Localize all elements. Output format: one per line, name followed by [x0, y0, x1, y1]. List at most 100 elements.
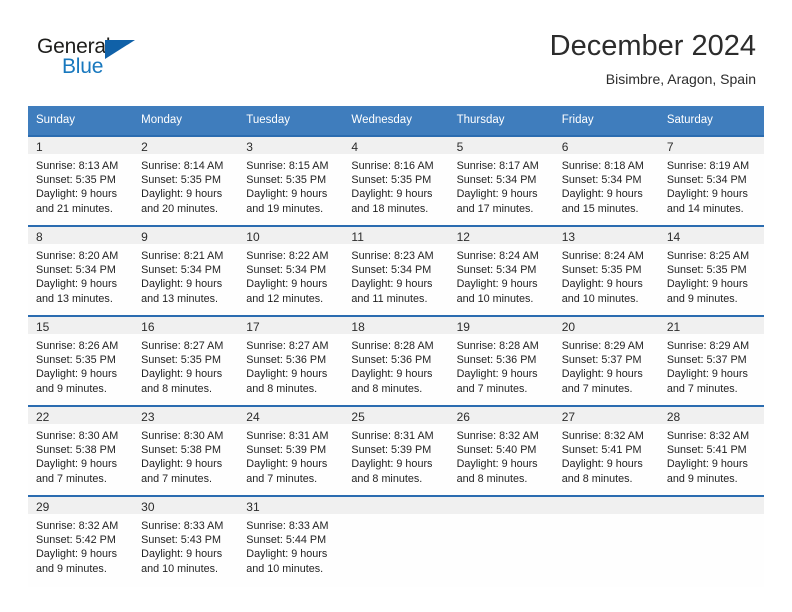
day-details: Sunrise: 8:26 AM Sunset: 5:35 PM Dayligh… [28, 334, 133, 396]
day-cell[interactable]: 25 Sunrise: 8:31 AM Sunset: 5:39 PM Dayl… [343, 405, 449, 495]
sunrise-text: Sunrise: 8:32 AM [456, 430, 539, 442]
sunrise-text: Sunrise: 8:30 AM [36, 430, 119, 442]
day-cell[interactable]: 1 Sunrise: 8:13 AM Sunset: 5:35 PM Dayli… [28, 135, 134, 225]
day-cell[interactable]: 20 Sunrise: 8:29 AM Sunset: 5:37 PM Dayl… [553, 315, 659, 405]
day-details: Sunrise: 8:31 AM Sunset: 5:39 PM Dayligh… [238, 424, 343, 486]
daylight-line2: and 8 minutes. [456, 472, 528, 485]
day-details: Sunrise: 8:25 AM Sunset: 5:35 PM Dayligh… [659, 244, 764, 306]
day-details: Sunrise: 8:28 AM Sunset: 5:36 PM Dayligh… [343, 334, 448, 396]
day-cell[interactable]: 27 Sunrise: 8:32 AM Sunset: 5:41 PM Dayl… [553, 405, 659, 495]
day-details: Sunrise: 8:32 AM Sunset: 5:41 PM Dayligh… [659, 424, 764, 486]
day-number: 14 [658, 225, 764, 244]
daylight-line2: and 9 minutes. [36, 382, 107, 395]
daylight-line2: and 8 minutes. [246, 382, 318, 395]
day-details: Sunrise: 8:32 AM Sunset: 5:42 PM Dayligh… [28, 514, 133, 576]
day-number [448, 495, 554, 514]
daylight-line1: Daylight: 9 hours [36, 368, 118, 381]
day-cell[interactable]: 18 Sunrise: 8:28 AM Sunset: 5:36 PM Dayl… [343, 315, 449, 405]
day-cell[interactable]: 21 Sunrise: 8:29 AM Sunset: 5:37 PM Dayl… [658, 315, 764, 405]
daylight-line1: Daylight: 9 hours [351, 458, 433, 471]
day-cell[interactable]: 13 Sunrise: 8:24 AM Sunset: 5:35 PM Dayl… [553, 225, 659, 315]
sunrise-text: Sunrise: 8:22 AM [246, 250, 329, 262]
day-cell[interactable]: 10 Sunrise: 8:22 AM Sunset: 5:34 PM Dayl… [238, 225, 344, 315]
sunrise-text: Sunrise: 8:18 AM [561, 160, 644, 172]
sunset-text: Sunset: 5:34 PM [36, 264, 116, 277]
weekday-header-saturday: Saturday [658, 106, 764, 135]
day-cell[interactable]: 30 Sunrise: 8:33 AM Sunset: 5:43 PM Dayl… [133, 495, 239, 587]
day-cell[interactable]: 2 Sunrise: 8:14 AM Sunset: 5:35 PM Dayli… [133, 135, 239, 225]
day-number: 27 [553, 405, 659, 424]
sunset-text: Sunset: 5:35 PM [36, 354, 116, 367]
day-details: Sunrise: 8:22 AM Sunset: 5:34 PM Dayligh… [238, 244, 343, 306]
daylight-line1: Daylight: 9 hours [36, 278, 118, 291]
day-cell-empty [448, 495, 554, 587]
day-number: 1 [28, 135, 134, 154]
day-cell[interactable]: 28 Sunrise: 8:32 AM Sunset: 5:41 PM Dayl… [658, 405, 764, 495]
day-number: 30 [133, 495, 239, 514]
sunset-text: Sunset: 5:36 PM [456, 354, 537, 367]
daylight-line1: Daylight: 9 hours [351, 188, 433, 201]
day-cell[interactable]: 17 Sunrise: 8:27 AM Sunset: 5:36 PM Dayl… [238, 315, 344, 405]
daylight-line2: and 8 minutes. [351, 382, 423, 395]
sunset-text: Sunset: 5:40 PM [456, 444, 537, 457]
sunset-text: Sunset: 5:35 PM [36, 174, 116, 187]
day-number: 5 [448, 135, 554, 154]
general-blue-logo[interactable]: General Blue [37, 36, 167, 84]
day-cell[interactable]: 9 Sunrise: 8:21 AM Sunset: 5:34 PM Dayli… [133, 225, 239, 315]
weekday-header-thursday: Thursday [448, 106, 554, 135]
day-cell[interactable]: 7 Sunrise: 8:19 AM Sunset: 5:34 PM Dayli… [658, 135, 764, 225]
daylight-line1: Daylight: 9 hours [561, 368, 643, 381]
sunset-text: Sunset: 5:38 PM [36, 444, 116, 457]
day-cell[interactable]: 12 Sunrise: 8:24 AM Sunset: 5:34 PM Dayl… [448, 225, 554, 315]
daylight-line1: Daylight: 9 hours [141, 458, 223, 471]
day-cell[interactable]: 24 Sunrise: 8:31 AM Sunset: 5:39 PM Dayl… [238, 405, 344, 495]
day-details: Sunrise: 8:27 AM Sunset: 5:35 PM Dayligh… [133, 334, 238, 396]
day-cell[interactable]: 8 Sunrise: 8:20 AM Sunset: 5:34 PM Dayli… [28, 225, 134, 315]
day-details: Sunrise: 8:33 AM Sunset: 5:44 PM Dayligh… [238, 514, 343, 576]
day-cell[interactable]: 6 Sunrise: 8:18 AM Sunset: 5:34 PM Dayli… [553, 135, 659, 225]
day-details: Sunrise: 8:20 AM Sunset: 5:34 PM Dayligh… [28, 244, 133, 306]
daylight-line1: Daylight: 9 hours [561, 188, 643, 201]
sunset-text: Sunset: 5:35 PM [666, 264, 747, 277]
daylight-line2: and 19 minutes. [246, 202, 324, 215]
sunrise-text: Sunrise: 8:29 AM [561, 340, 644, 352]
day-cell[interactable]: 15 Sunrise: 8:26 AM Sunset: 5:35 PM Dayl… [28, 315, 134, 405]
day-cell[interactable]: 16 Sunrise: 8:27 AM Sunset: 5:35 PM Dayl… [133, 315, 239, 405]
day-cell[interactable]: 29 Sunrise: 8:32 AM Sunset: 5:42 PM Dayl… [28, 495, 134, 587]
sunrise-text: Sunrise: 8:15 AM [246, 160, 329, 172]
sunrise-text: Sunrise: 8:20 AM [36, 250, 119, 262]
sunrise-text: Sunrise: 8:31 AM [246, 430, 329, 442]
sunrise-text: Sunrise: 8:33 AM [246, 520, 329, 532]
week-row: 29 Sunrise: 8:32 AM Sunset: 5:42 PM Dayl… [28, 495, 764, 587]
sunrise-text: Sunrise: 8:27 AM [141, 340, 224, 352]
day-number: 23 [133, 405, 239, 424]
daylight-line2: and 7 minutes. [36, 472, 107, 485]
daylight-line1: Daylight: 9 hours [456, 188, 538, 201]
day-cell[interactable]: 23 Sunrise: 8:30 AM Sunset: 5:38 PM Dayl… [133, 405, 239, 495]
sunrise-text: Sunrise: 8:32 AM [666, 430, 750, 442]
daylight-line1: Daylight: 9 hours [246, 458, 328, 471]
day-cell[interactable]: 26 Sunrise: 8:32 AM Sunset: 5:40 PM Dayl… [448, 405, 554, 495]
day-cell[interactable]: 22 Sunrise: 8:30 AM Sunset: 5:38 PM Dayl… [28, 405, 134, 495]
day-details: Sunrise: 8:24 AM Sunset: 5:34 PM Dayligh… [449, 244, 554, 306]
daylight-line2: and 15 minutes. [561, 202, 639, 215]
day-details: Sunrise: 8:17 AM Sunset: 5:34 PM Dayligh… [449, 154, 554, 216]
sunset-text: Sunset: 5:34 PM [351, 264, 432, 277]
day-details: Sunrise: 8:32 AM Sunset: 5:41 PM Dayligh… [554, 424, 659, 486]
day-cell[interactable]: 31 Sunrise: 8:33 AM Sunset: 5:44 PM Dayl… [238, 495, 344, 587]
weekday-header-row: Sunday Monday Tuesday Wednesday Thursday… [28, 106, 764, 135]
day-cell[interactable]: 4 Sunrise: 8:16 AM Sunset: 5:35 PM Dayli… [343, 135, 449, 225]
sunset-text: Sunset: 5:37 PM [666, 354, 747, 367]
sunrise-text: Sunrise: 8:31 AM [351, 430, 434, 442]
day-cell[interactable]: 14 Sunrise: 8:25 AM Sunset: 5:35 PM Dayl… [658, 225, 764, 315]
sunset-text: Sunset: 5:36 PM [246, 354, 327, 367]
day-cell[interactable]: 5 Sunrise: 8:17 AM Sunset: 5:34 PM Dayli… [448, 135, 554, 225]
day-cell[interactable]: 19 Sunrise: 8:28 AM Sunset: 5:36 PM Dayl… [448, 315, 554, 405]
sunrise-text: Sunrise: 8:28 AM [456, 340, 539, 352]
sunrise-text: Sunrise: 8:30 AM [141, 430, 224, 442]
daylight-line2: and 8 minutes. [561, 472, 633, 485]
day-cell[interactable]: 3 Sunrise: 8:15 AM Sunset: 5:35 PM Dayli… [238, 135, 344, 225]
day-cell[interactable]: 11 Sunrise: 8:23 AM Sunset: 5:34 PM Dayl… [343, 225, 449, 315]
day-details: Sunrise: 8:29 AM Sunset: 5:37 PM Dayligh… [554, 334, 659, 396]
sunset-text: Sunset: 5:44 PM [246, 534, 327, 547]
